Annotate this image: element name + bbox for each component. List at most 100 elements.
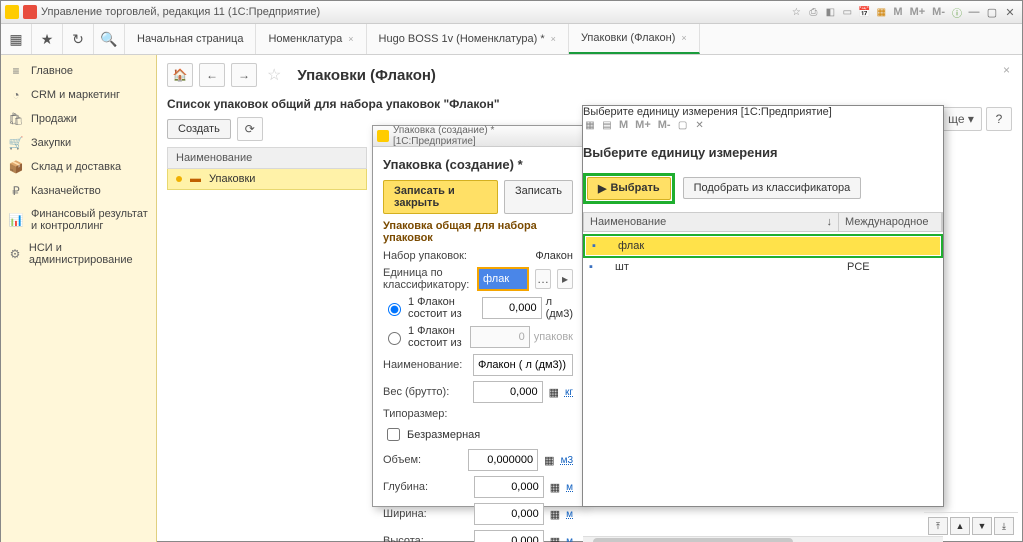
m-indicator[interactable]: M (891, 5, 904, 19)
dimensionless-checkbox[interactable] (387, 428, 400, 441)
sidebar-item-warehouse[interactable]: 📦Склад и доставка (1, 155, 156, 179)
sidebar-item-nsi[interactable]: ⚙НСИ и администрирование (1, 237, 156, 271)
maximize-button[interactable]: ▢ (984, 5, 1000, 19)
unit-label: л (дм3) (546, 296, 573, 320)
height-field[interactable] (474, 530, 544, 542)
sidebar-item-main[interactable]: ≡Главное (1, 59, 156, 83)
minimize-button[interactable]: — (966, 5, 982, 19)
sidebar-item-sales[interactable]: 🛍Продажи (1, 107, 156, 131)
sidebar-item-purchase[interactable]: 🛒Закупки (1, 131, 156, 155)
search-button[interactable]: 🔍 (94, 24, 125, 54)
col-name[interactable]: Наименование ↓ (584, 213, 839, 231)
pick-classifier-button[interactable]: Подобрать из классификатора (683, 177, 862, 199)
sidebar-item-crm[interactable]: ◔CRM и маркетинг (1, 83, 156, 107)
page-close-icon[interactable]: × (1003, 63, 1010, 77)
titlebar-text: Управление торговлей, редакция 11 (1С:Пр… (41, 6, 320, 18)
m-minus[interactable]: M- (656, 118, 673, 132)
tool-icon[interactable]: ⎙ (806, 5, 820, 19)
table-row[interactable]: ▪ шт PCE (583, 258, 943, 276)
label-depth: Глубина: (383, 481, 468, 493)
refresh-button[interactable]: ⟳ (237, 117, 263, 141)
save-close-button[interactable]: Записать и закрыть (383, 180, 498, 214)
nav-up-button[interactable]: ▲ (950, 517, 970, 535)
close-button[interactable]: ✕ (1002, 5, 1018, 19)
help-icon[interactable]: ⓘ (950, 5, 964, 19)
table-row[interactable]: ▪ флак (586, 237, 940, 255)
calc-icon[interactable]: ▦ (550, 508, 560, 521)
label-volume: Объем: (383, 454, 462, 466)
radio-label: 1 Флакон состоит из (408, 325, 466, 349)
weight-input[interactable] (473, 381, 543, 403)
favorite-button[interactable]: ★ (32, 24, 63, 54)
unit-m3[interactable]: м3 (561, 455, 573, 466)
classifier-input[interactable] (477, 267, 529, 291)
close-icon[interactable]: ✕ (693, 118, 707, 132)
bag-icon: 🛍 (9, 112, 23, 126)
open-icon[interactable]: ▸ (557, 269, 573, 289)
star-icon[interactable]: ☆ (267, 65, 281, 85)
tab-start[interactable]: Начальная страница (125, 24, 256, 54)
scrollbar-thumb[interactable] (593, 538, 793, 542)
page-footer-nav: ⤒ ▲ ▼ ⤓ (924, 512, 1018, 539)
volume-input[interactable] (482, 297, 542, 319)
unit-m[interactable]: м (566, 509, 573, 520)
name-input[interactable] (473, 354, 573, 376)
volume-field[interactable] (468, 449, 538, 471)
width-field[interactable] (474, 503, 544, 525)
forward-button[interactable]: → (231, 63, 257, 87)
m-minus[interactable]: M- (930, 5, 947, 19)
close-icon[interactable]: × (681, 33, 686, 43)
tool-icon[interactable]: 📅 (857, 5, 871, 19)
up-button[interactable]: 🏠 (167, 63, 193, 87)
create-button[interactable]: Создать (167, 119, 231, 139)
col-intl[interactable]: Международное (839, 213, 942, 231)
apps-button[interactable]: ▦ (1, 24, 32, 54)
radio-volume[interactable] (388, 303, 401, 316)
dialog-title: Выберите единицу измерения (583, 145, 943, 160)
nav-down-button[interactable]: ▼ (972, 517, 992, 535)
tool-icon[interactable]: ▤ (600, 118, 614, 132)
unit-m[interactable]: м (566, 482, 573, 493)
app-icon (377, 130, 389, 142)
tool-icon[interactable]: ▭ (840, 5, 854, 19)
unit-m[interactable]: м (566, 536, 573, 542)
tab-nomenclature[interactable]: Номенклатура× (256, 24, 366, 54)
radio-pack[interactable] (388, 332, 401, 345)
tool-icon[interactable]: ☆ (789, 5, 803, 19)
tool-icon[interactable]: ▦ (583, 118, 597, 132)
nav-bottom-button[interactable]: ⤓ (994, 517, 1014, 535)
calc-icon[interactable]: ▦ (550, 481, 560, 494)
sidebar-item-finance[interactable]: 📊Финансовый результат и контроллинг (1, 203, 156, 237)
scrollbar[interactable] (583, 536, 943, 542)
dialog-wintitle: Упаковка (создание) * [1С:Предприятие] (393, 125, 579, 147)
close-icon[interactable]: × (348, 34, 353, 44)
close-icon[interactable]: × (551, 34, 556, 44)
list-header[interactable]: Наименование (167, 147, 367, 169)
tab-hugo-boss[interactable]: Hugo BOSS 1v (Номенклатура) *× (367, 24, 569, 54)
tool-icon[interactable]: ◧ (823, 5, 837, 19)
calc-icon[interactable]: ▦ (544, 454, 554, 467)
window-box-icon[interactable]: ▢ (676, 118, 690, 132)
app-icon (5, 5, 19, 19)
titlebar: Управление торговлей, редакция 11 (1С:Пр… (1, 1, 1022, 24)
m-plus[interactable]: M+ (908, 5, 928, 19)
back-button[interactable]: ← (199, 63, 225, 87)
select-button[interactable]: ▶Выбрать (587, 177, 671, 200)
m-plus[interactable]: M+ (633, 118, 653, 132)
more-button[interactable]: ще ▾ (940, 107, 982, 131)
calc-icon[interactable]: ▦ (549, 386, 559, 399)
save-button[interactable]: Записать (504, 180, 573, 214)
tool-icon[interactable]: ▦ (874, 5, 888, 19)
calc-icon[interactable]: ▦ (550, 535, 560, 542)
m-indicator[interactable]: M (617, 118, 630, 132)
nav-top-button[interactable]: ⤒ (928, 517, 948, 535)
depth-field[interactable] (474, 476, 544, 498)
history-button[interactable]: ↻ (63, 24, 94, 54)
help-button[interactable]: ? (986, 107, 1012, 131)
tabbar: ▦ ★ ↻ 🔍 Начальная страница Номенклатура×… (1, 24, 1022, 55)
unit-kg[interactable]: кг (565, 387, 573, 398)
sidebar-item-treasury[interactable]: ₽Казначейство (1, 179, 156, 203)
list-row[interactable]: ▬ Упаковки (167, 169, 367, 190)
tab-packaging[interactable]: Упаковки (Флакон)× (569, 24, 700, 54)
dropdown-icon[interactable]: … (535, 269, 551, 289)
